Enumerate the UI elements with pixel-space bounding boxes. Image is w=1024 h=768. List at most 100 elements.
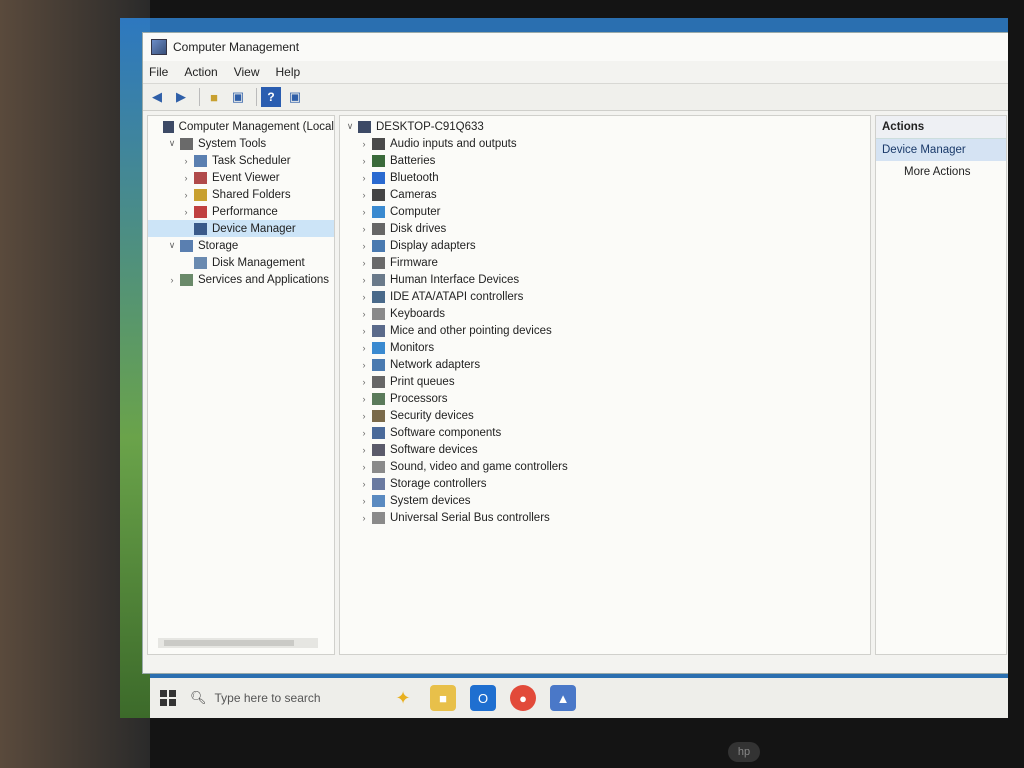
device-category-security-devices[interactable]: › Security devices — [340, 407, 870, 424]
tree-item-system-tools[interactable]: ∨ System Tools — [148, 135, 334, 152]
device-category-bluetooth[interactable]: › Bluetooth — [340, 169, 870, 186]
chevron-right-icon[interactable]: › — [358, 462, 370, 472]
taskbar-search[interactable]: 🔍︎ Type here to search — [190, 684, 390, 712]
show-hide-action-pane-icon[interactable]: ▣ — [285, 87, 305, 107]
chevron-right-icon[interactable]: › — [358, 428, 370, 438]
chevron-right-icon[interactable]: › — [358, 258, 370, 268]
outlook-icon[interactable]: O — [470, 685, 496, 711]
chevron-right-icon[interactable]: › — [358, 377, 370, 387]
chevron-right-icon[interactable]: › — [358, 343, 370, 353]
device-category-label: Computer — [390, 205, 441, 218]
device-category-firmware[interactable]: › Firmware — [340, 254, 870, 271]
tree-horizontal-scrollbar[interactable] — [158, 638, 318, 648]
performance-icon — [194, 205, 207, 218]
device-category-keyboards[interactable]: › Keyboards — [340, 305, 870, 322]
windows-start-icon[interactable] — [160, 690, 176, 706]
device-category-human-interface-devices[interactable]: › Human Interface Devices — [340, 271, 870, 288]
device-category-icon — [372, 222, 385, 235]
menu-help[interactable]: Help — [276, 65, 301, 79]
device-category-print-queues[interactable]: › Print queues — [340, 373, 870, 390]
device-manager-icon — [194, 222, 207, 235]
chevron-right-icon[interactable]: › — [358, 156, 370, 166]
tree-item-device-manager[interactable]: Device Manager — [148, 220, 334, 237]
tree-item-disk-management[interactable]: Disk Management — [148, 254, 334, 271]
chevron-right-icon[interactable]: › — [358, 496, 370, 506]
menu-file[interactable]: File — [149, 65, 168, 79]
scrollbar-thumb[interactable] — [164, 640, 294, 646]
device-category-display-adapters[interactable]: › Display adapters — [340, 237, 870, 254]
device-category-storage-controllers[interactable]: › Storage controllers — [340, 475, 870, 492]
chevron-right-icon[interactable]: › — [358, 326, 370, 336]
chevron-down-icon[interactable]: ∨ — [166, 240, 178, 251]
device-category-system-devices[interactable]: › System devices — [340, 492, 870, 509]
device-category-label: Keyboards — [390, 307, 445, 320]
chrome-icon[interactable]: ● — [510, 685, 536, 711]
device-category-label: Audio inputs and outputs — [390, 137, 517, 150]
device-category-network-adapters[interactable]: › Network adapters — [340, 356, 870, 373]
chevron-right-icon[interactable]: › — [180, 173, 192, 183]
device-category-software-components[interactable]: › Software components — [340, 424, 870, 441]
title-bar[interactable]: Computer Management — [143, 33, 1008, 61]
chevron-right-icon[interactable]: › — [358, 411, 370, 421]
device-category-universal-serial-bus-controllers[interactable]: › Universal Serial Bus controllers — [340, 509, 870, 526]
device-category-monitors[interactable]: › Monitors — [340, 339, 870, 356]
chevron-right-icon[interactable]: › — [180, 207, 192, 217]
menu-view[interactable]: View — [234, 65, 260, 79]
device-category-cameras[interactable]: › Cameras — [340, 186, 870, 203]
chevron-down-icon[interactable]: ∨ — [344, 121, 356, 132]
chevron-right-icon[interactable]: › — [358, 173, 370, 183]
more-actions-link[interactable]: More Actions — [876, 161, 1006, 183]
show-hide-tree-icon[interactable]: ▣ — [228, 87, 248, 107]
device-category-disk-drives[interactable]: › Disk drives — [340, 220, 870, 237]
sparkle-icon[interactable]: ✦ — [390, 685, 416, 711]
tree-item-task-scheduler[interactable]: › Task Scheduler — [148, 152, 334, 169]
chevron-right-icon[interactable]: › — [358, 241, 370, 251]
chevron-right-icon[interactable]: › — [358, 445, 370, 455]
device-category-software-devices[interactable]: › Software devices — [340, 441, 870, 458]
tree-item-label: Disk Management — [212, 256, 305, 269]
chevron-right-icon[interactable]: › — [358, 207, 370, 217]
tree-item-performance[interactable]: › Performance — [148, 203, 334, 220]
chevron-right-icon[interactable]: › — [358, 275, 370, 285]
file-explorer-icon[interactable]: ■ — [430, 685, 456, 711]
device-category-label: Processors — [390, 392, 448, 405]
device-category-ide-ata-atapi-controllers[interactable]: › IDE ATA/ATAPI controllers — [340, 288, 870, 305]
menu-action[interactable]: Action — [184, 65, 217, 79]
chevron-right-icon[interactable]: › — [358, 224, 370, 234]
computer-management-taskbar-icon[interactable]: ▲ — [550, 685, 576, 711]
back-arrow-icon[interactable]: ◀ — [147, 87, 167, 107]
forward-arrow-icon[interactable]: ▶ — [171, 87, 191, 107]
device-category-processors[interactable]: › Processors — [340, 390, 870, 407]
computer-management-icon — [163, 120, 174, 133]
device-category-audio-inputs-and-outputs[interactable]: › Audio inputs and outputs — [340, 135, 870, 152]
actions-device-manager[interactable]: Device Manager — [876, 139, 1006, 161]
chevron-right-icon[interactable]: › — [180, 156, 192, 166]
device-category-batteries[interactable]: › Batteries — [340, 152, 870, 169]
chevron-down-icon[interactable]: ∨ — [166, 138, 178, 149]
device-category-computer[interactable]: › Computer — [340, 203, 870, 220]
device-root[interactable]: ∨ DESKTOP-C91Q633 — [340, 118, 870, 135]
help-icon[interactable]: ? — [261, 87, 281, 107]
chevron-right-icon[interactable]: › — [358, 360, 370, 370]
tree-item-event-viewer[interactable]: › Event Viewer — [148, 169, 334, 186]
device-category-mice-and-other-pointing-devices[interactable]: › Mice and other pointing devices — [340, 322, 870, 339]
tree-item-computer-management-local[interactable]: Computer Management (Local — [148, 118, 334, 135]
chevron-right-icon[interactable]: › — [180, 190, 192, 200]
tree-item-services-and-applications[interactable]: › Services and Applications — [148, 271, 334, 288]
device-category-icon — [372, 171, 385, 184]
chevron-right-icon[interactable]: › — [358, 309, 370, 319]
chevron-right-icon[interactable]: › — [358, 479, 370, 489]
device-category-sound-video-and-game-controllers[interactable]: › Sound, video and game controllers — [340, 458, 870, 475]
chevron-right-icon[interactable]: › — [358, 513, 370, 523]
chevron-right-icon[interactable]: › — [358, 190, 370, 200]
chevron-right-icon[interactable]: › — [358, 394, 370, 404]
chevron-right-icon[interactable]: › — [358, 139, 370, 149]
device-category-icon — [372, 154, 385, 167]
chevron-right-icon[interactable]: › — [358, 292, 370, 302]
up-folder-icon[interactable]: ■ — [204, 87, 224, 107]
tree-item-label: Computer Management (Local — [178, 120, 334, 133]
chevron-right-icon[interactable]: › — [166, 275, 178, 285]
tree-item-storage[interactable]: ∨ Storage — [148, 237, 334, 254]
device-category-icon — [372, 511, 385, 524]
tree-item-shared-folders[interactable]: › Shared Folders — [148, 186, 334, 203]
